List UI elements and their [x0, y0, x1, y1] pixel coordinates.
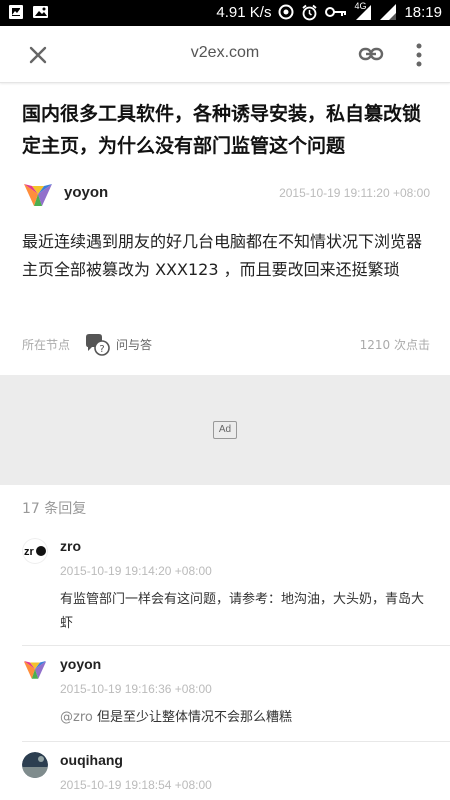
- network-type: 4G: [354, 1, 372, 21]
- reply-text: 有监管部门一样会有这问题，请参考：地沟油，大头奶，青岛大虾: [60, 592, 425, 631]
- reply-count: 17 条回复: [22, 501, 87, 517]
- reply-author[interactable]: ouqihang: [60, 752, 123, 768]
- svg-text:?: ?: [99, 344, 104, 355]
- signal-icon: [356, 5, 372, 20]
- node-label: 所在节点: [22, 338, 71, 352]
- more-vert-icon[interactable]: [414, 42, 424, 68]
- reply-avatar[interactable]: zr: [22, 538, 48, 564]
- reply-divider: [22, 741, 450, 742]
- reply-divider: [22, 645, 450, 646]
- reply-avatar[interactable]: [22, 656, 48, 682]
- reply-item: yoyon 2015-10-19 19:16:36 +08:00 @zro 但是…: [0, 656, 450, 736]
- svg-text:zr: zr: [24, 546, 35, 558]
- clock: 18:19: [404, 3, 442, 21]
- reply-author[interactable]: yoyon: [60, 656, 101, 672]
- reply-author[interactable]: zro: [60, 538, 81, 554]
- ad-badge: Ad: [213, 421, 237, 439]
- battery-icon: [380, 4, 397, 20]
- status-bar: 4.91 K/s 4G 18:19: [0, 0, 450, 26]
- reply-item: ouqihang 2015-10-19 19:18:54 +08:00: [0, 752, 450, 800]
- node-link[interactable]: 问与答: [116, 336, 152, 353]
- reply-text-body: 但是至少让整体情况不会那么糟糕: [92, 710, 292, 725]
- link-icon[interactable]: [358, 43, 384, 65]
- image-icon: [9, 5, 23, 19]
- status-bar-right: 4.91 K/s 4G 18:19: [216, 1, 442, 21]
- reply-item: zr zro 2015-10-19 19:14:20 +08:00 有监管部门一…: [0, 538, 450, 638]
- data-saver-icon: [278, 4, 294, 20]
- status-bar-left: [8, 4, 49, 20]
- click-count: 1210 次点击: [359, 338, 430, 352]
- chat-question-icon: ?: [86, 334, 110, 356]
- topic-title: 国内很多工具软件，各种诱导安装，私自篡改锁定主页，为什么没有部门监管这个问题: [22, 103, 422, 157]
- author-name[interactable]: yoyon: [64, 184, 108, 201]
- mention-link[interactable]: @zro: [60, 710, 93, 725]
- topic-meta: 所在节点 ? 问与答 1210 次点击: [22, 333, 430, 357]
- author-avatar[interactable]: [22, 178, 54, 210]
- reply-time: 2015-10-19 19:16:36 +08:00: [60, 682, 212, 696]
- vpn-key-icon: [325, 7, 347, 17]
- alarm-icon: [302, 4, 318, 20]
- network-speed: 4.91 K/s: [216, 3, 272, 21]
- reply-text: @zro 但是至少让整体情况不会那么糟糕: [60, 706, 432, 730]
- photo-icon: [33, 6, 48, 18]
- topic-content: 最近连续遇到朋友的好几台电脑都在不知情状况下浏览器主页全部被篡改为 XXX123…: [22, 232, 423, 279]
- post-timestamp: 2015-10-19 19:11:20 +08:00: [279, 186, 430, 200]
- reply-time: 2015-10-19 19:14:20 +08:00: [60, 564, 212, 578]
- browser-toolbar: v2ex.com: [0, 26, 450, 83]
- topic-author-row: yoyon 2015-10-19 19:11:20 +08:00: [22, 178, 430, 210]
- reply-avatar[interactable]: [22, 752, 48, 778]
- reply-time: 2015-10-19 19:18:54 +08:00: [60, 778, 212, 792]
